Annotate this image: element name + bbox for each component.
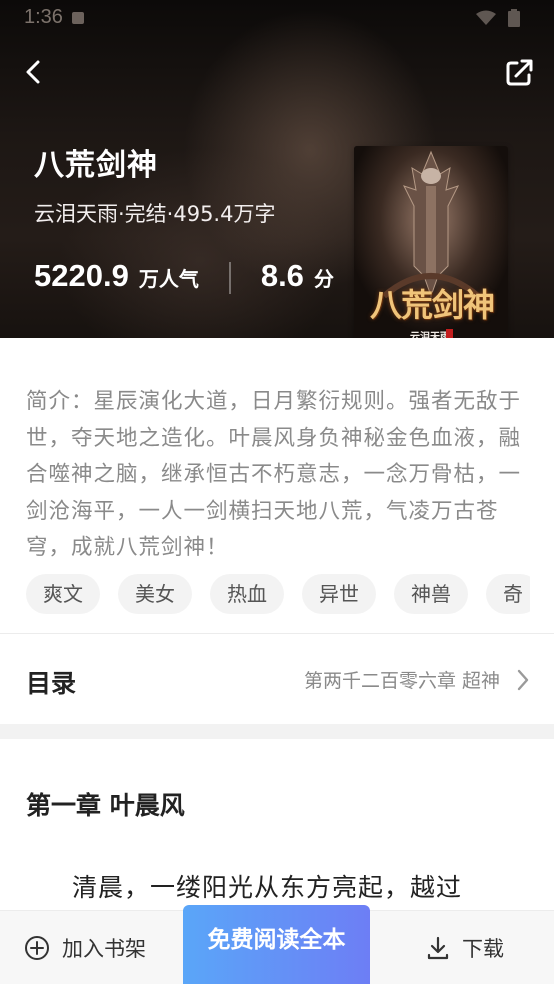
score-value: 8.6 (260, 258, 304, 293)
book-meta: 云泪天雨·完结·495.4万字 (34, 202, 276, 226)
book-cover[interactable]: 八荒剑神 云泪天雨 (354, 146, 508, 338)
download-icon (427, 936, 449, 960)
battery-icon (508, 9, 520, 27)
stats-divider (228, 262, 231, 294)
download-button[interactable]: 下载 (426, 931, 504, 965)
tag-list: 爽文 美女 热血 异世 神兽 奇 (26, 574, 530, 614)
status-time: 1:36 (24, 6, 63, 28)
toc-label: 目录 (26, 669, 77, 698)
book-stats: 5220.9 万人气 8.6 分 (34, 258, 334, 298)
popularity-value: 5220.9 (34, 258, 129, 293)
status-bar: 1:36 (0, 0, 554, 36)
add-to-shelf-button[interactable]: 加入书架 (24, 931, 146, 965)
bottom-action-bar: 加入书架 免费阅读全本 下载 (0, 905, 554, 984)
score-unit: 分 (313, 267, 334, 291)
book-title: 八荒剑神 (34, 148, 158, 183)
section-gap (0, 724, 554, 739)
tag-chip[interactable]: 异世 (302, 574, 376, 614)
popularity-unit: 万人气 (138, 267, 199, 291)
tag-chip[interactable]: 神兽 (394, 574, 468, 614)
wifi-icon (476, 10, 496, 25)
tag-chip[interactable]: 爽文 (26, 574, 100, 614)
cover-author: 云泪天雨 (410, 332, 450, 338)
notification-icon (72, 12, 84, 24)
chapter-text: 清晨，一缕阳光从东方亮起，越过 (72, 873, 463, 902)
read-free-button[interactable]: 免费阅读全本 (183, 905, 370, 984)
cover-title: 八荒剑神 (369, 286, 495, 324)
tag-chip[interactable]: 热血 (210, 574, 284, 614)
cover-seal (446, 329, 453, 338)
chevron-right-icon (517, 669, 529, 691)
latest-chapter: 第两千二百零六章 超神 (303, 670, 500, 692)
tag-chip[interactable]: 美女 (118, 574, 192, 614)
book-intro: 简介：星辰演化大道，日月繁衍规则。强者无敌于世，夺天地之造化。叶晨风身负神秘金色… (26, 389, 522, 560)
back-chevron-icon[interactable] (18, 56, 50, 88)
add-to-shelf-label: 加入书架 (62, 937, 146, 961)
plus-circle-icon (25, 936, 49, 960)
tag-chip[interactable]: 奇 (486, 574, 530, 614)
table-of-contents-row[interactable]: 目录 第两千二百零六章 超神 (0, 634, 554, 724)
chapter-title: 第一章 叶晨风 (26, 791, 185, 820)
share-icon[interactable] (502, 56, 536, 90)
download-label: 下载 (462, 937, 504, 961)
book-header: 1:36 八荒剑神 云泪天雨·完结·495.4万字 5220.9 万人气 8.6… (0, 0, 554, 338)
